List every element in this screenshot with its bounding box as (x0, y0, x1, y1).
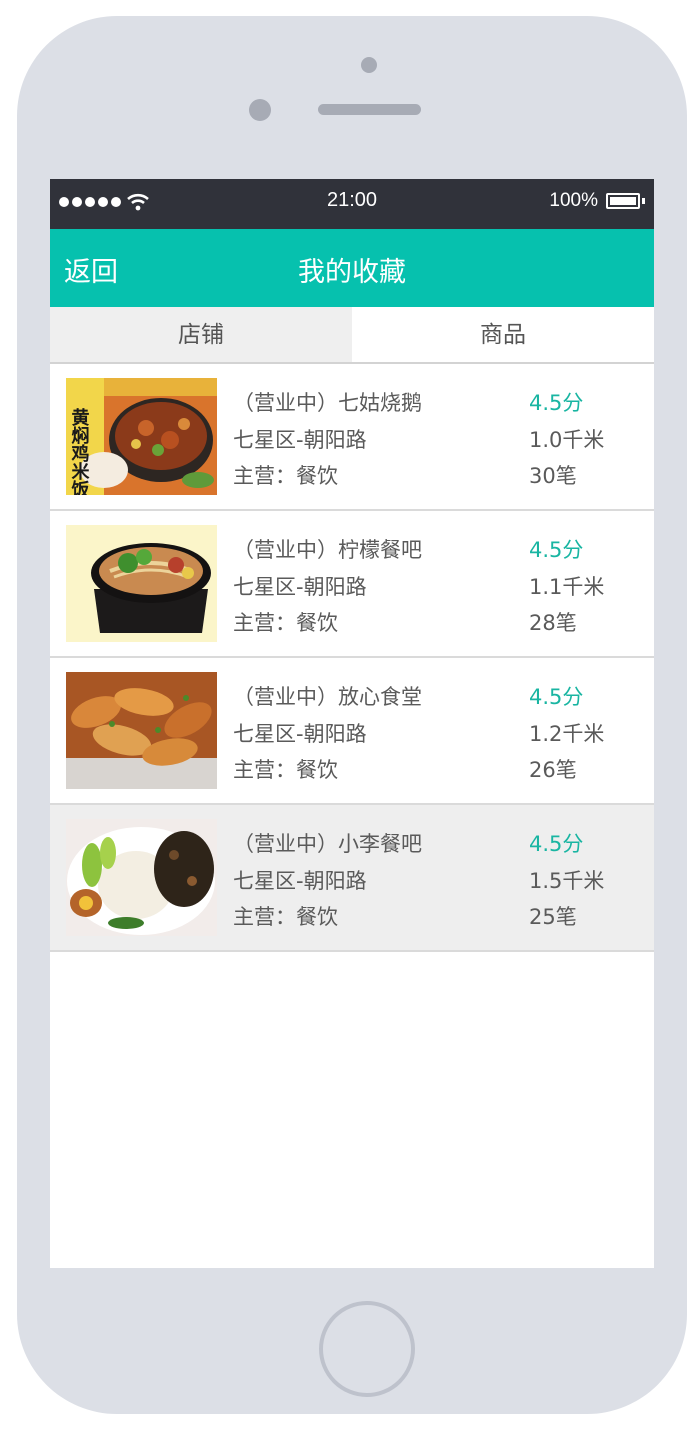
store-row[interactable]: 黄焖鸡米饭 （营业中）七姑烧鹅 4.5分 七星区-朝阳路 1.0千米 主营：餐饮… (50, 364, 654, 511)
proximity-sensor (361, 57, 377, 73)
tab-stores[interactable]: 店铺 (50, 307, 352, 362)
store-name: （营业中）七姑烧鹅 (233, 391, 422, 415)
store-orders: 28笔 (529, 611, 577, 635)
tab-bar: 店铺 商品 (50, 307, 654, 364)
battery-icon (606, 193, 640, 209)
store-address: 七星区-朝阳路 (233, 869, 367, 893)
store-image (66, 819, 217, 936)
store-score: 4.5分 (529, 685, 584, 709)
store-image (66, 672, 217, 789)
store-list: 黄焖鸡米饭 （营业中）七姑烧鹅 4.5分 七星区-朝阳路 1.0千米 主营：餐饮… (50, 364, 654, 952)
store-orders: 30笔 (529, 464, 577, 488)
store-name: （营业中）柠檬餐吧 (233, 538, 422, 562)
store-orders: 25笔 (529, 905, 577, 929)
store-row[interactable]: （营业中）放心食堂 4.5分 七星区-朝阳路 1.2千米 主营：餐饮 26笔 (50, 658, 654, 805)
home-button[interactable] (319, 1301, 415, 1397)
store-image (66, 525, 217, 642)
tab-products[interactable]: 商品 (352, 307, 654, 362)
status-bar: 21:00 100% (50, 179, 654, 229)
store-category: 主营：餐饮 (233, 611, 338, 635)
store-address: 七星区-朝阳路 (233, 575, 367, 599)
store-address: 七星区-朝阳路 (233, 722, 367, 746)
store-category: 主营：餐饮 (233, 758, 338, 782)
front-camera (249, 99, 271, 121)
battery-percentage: 100% (549, 190, 598, 211)
image-caption-char: 黄焖鸡米饭 (69, 407, 91, 495)
store-category: 主营：餐饮 (233, 464, 338, 488)
store-distance: 1.5千米 (529, 869, 605, 893)
store-distance: 1.1千米 (529, 575, 605, 599)
store-image: 黄焖鸡米饭 (66, 378, 217, 495)
store-name: （营业中）放心食堂 (233, 685, 422, 709)
store-score: 4.5分 (529, 538, 584, 562)
store-orders: 26笔 (529, 758, 577, 782)
store-address: 七星区-朝阳路 (233, 428, 367, 452)
page-title: 我的收藏 (298, 257, 406, 288)
store-score: 4.5分 (529, 832, 584, 856)
store-row[interactable]: （营业中）小李餐吧 4.5分 七星区-朝阳路 1.5千米 主营：餐饮 25笔 (50, 805, 654, 952)
store-distance: 1.0千米 (529, 428, 605, 452)
store-score: 4.5分 (529, 391, 584, 415)
screen: 21:00 100% 返回 我的收藏 店铺 商品 黄焖鸡米饭 （营业中）七姑烧鹅… (50, 179, 654, 1268)
store-row[interactable]: （营业中）柠檬餐吧 4.5分 七星区-朝阳路 1.1千米 主营：餐饮 28笔 (50, 511, 654, 658)
store-category: 主营：餐饮 (233, 905, 338, 929)
store-distance: 1.2千米 (529, 722, 605, 746)
nav-bar: 返回 我的收藏 (50, 229, 654, 307)
earpiece-speaker (318, 104, 421, 115)
store-name: （营业中）小李餐吧 (233, 832, 422, 856)
